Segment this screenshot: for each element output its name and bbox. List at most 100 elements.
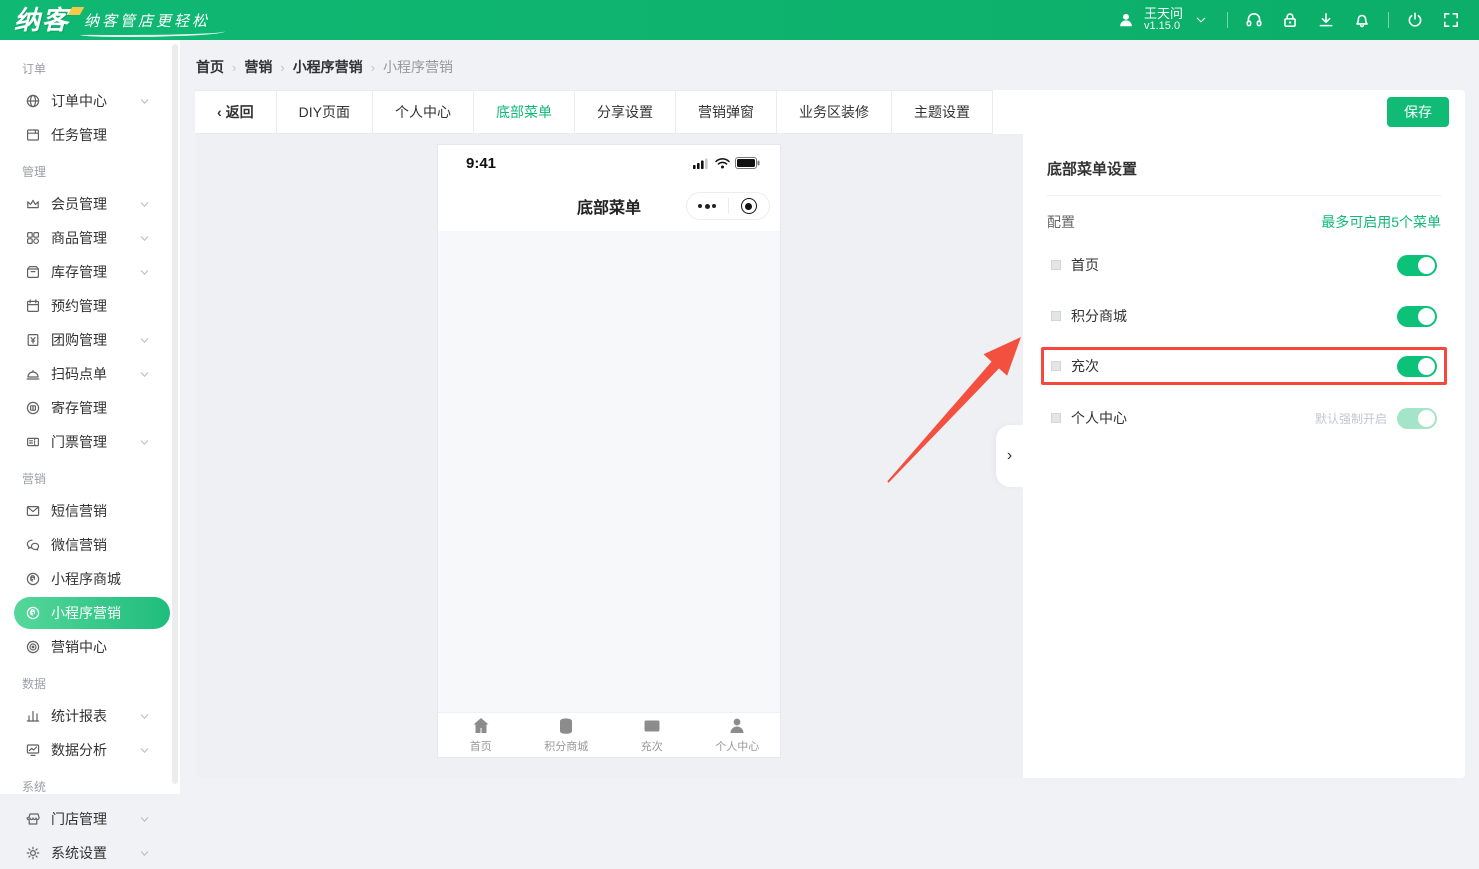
- sidebar-item-统计报表[interactable]: 统计报表: [14, 700, 170, 732]
- user-menu[interactable]: 王天问 v1.15.0: [1116, 7, 1211, 33]
- breadcrumb-item: 小程序营销: [383, 57, 453, 77]
- sidebar-item-label: 订单中心: [51, 91, 107, 111]
- menu-row-label: 首页: [1071, 255, 1099, 275]
- sidebar-item-预约管理[interactable]: 预约管理: [14, 290, 170, 322]
- sidebar-item-label: 小程序商城: [51, 569, 121, 589]
- tab-业务区装修[interactable]: 业务区装修: [776, 90, 892, 134]
- sidebar-item-label: 数据分析: [51, 740, 107, 760]
- panel-expander-button[interactable]: ›: [996, 425, 1023, 487]
- battery-icon: [735, 157, 760, 169]
- sidebar-item-数据分析[interactable]: 数据分析: [14, 734, 170, 766]
- task-icon: [24, 126, 42, 144]
- sidebar-item-营销中心[interactable]: 营销中心: [14, 631, 170, 663]
- miniprogram-capsule[interactable]: [686, 192, 770, 220]
- chevron-down-icon: [135, 844, 153, 862]
- download-icon[interactable]: [1316, 10, 1336, 30]
- breadcrumb-item[interactable]: 首页: [196, 57, 224, 77]
- drag-handle-icon[interactable]: [1051, 311, 1061, 321]
- sidebar-item-会员管理[interactable]: 会员管理: [14, 188, 170, 220]
- tab-营销弹窗[interactable]: 营销弹窗: [675, 90, 777, 134]
- phone-tab-充次[interactable]: 充次: [609, 713, 695, 757]
- tab-主题设置[interactable]: 主题设置: [891, 90, 993, 134]
- sidebar-section-label: 系统: [0, 768, 180, 801]
- sidebar-item-小程序营销[interactable]: 小程序营销: [14, 597, 170, 629]
- sidebar-item-订单中心[interactable]: 订单中心: [14, 85, 170, 117]
- chart-icon: [24, 707, 42, 725]
- toggle-switch-首页[interactable]: [1397, 255, 1437, 276]
- save-button[interactable]: 保存: [1387, 97, 1449, 127]
- sidebar-item-label: 任务管理: [51, 125, 107, 145]
- tab-个人中心[interactable]: 个人中心: [372, 90, 474, 134]
- chevron-down-icon: [135, 741, 153, 759]
- sidebar-item-系统设置[interactable]: 系统设置: [14, 837, 170, 869]
- phone-tab-首页[interactable]: 首页: [438, 713, 524, 757]
- phone-tabbar: 首页 积分商城充次 个人中心: [438, 712, 780, 757]
- fullscreen-icon[interactable]: [1441, 10, 1461, 30]
- toggle-switch-个人中心: [1397, 408, 1437, 429]
- user-name: 王天问: [1144, 7, 1183, 20]
- tab-DIY页面[interactable]: DIY页面: [276, 90, 373, 134]
- breadcrumb: 首页›营销›小程序营销›小程序营销: [180, 40, 1479, 91]
- globe-icon: [24, 92, 42, 110]
- sidebar-item-任务管理[interactable]: 任务管理: [14, 119, 170, 151]
- sidebar-section-label: 数据: [0, 665, 180, 698]
- menu-config-row-个人中心: 个人中心默认强制开启: [1047, 400, 1441, 436]
- phone-tab-label: 首页: [470, 738, 492, 754]
- toggle-switch-充次[interactable]: [1397, 356, 1437, 377]
- chevron-down-icon: [135, 707, 153, 725]
- sidebar-item-label: 门票管理: [51, 432, 107, 452]
- sidebar-section-label: 管理: [0, 153, 180, 186]
- headset-icon[interactable]: [1244, 10, 1264, 30]
- chevron-down-icon: [135, 810, 153, 828]
- target-dot-icon[interactable]: [729, 198, 770, 214]
- sidebar-item-库存管理[interactable]: 库存管理: [14, 256, 170, 288]
- phone-status-bar: 9:41: [438, 145, 780, 181]
- person-icon: [727, 716, 747, 736]
- tab-分享设置[interactable]: 分享设置: [574, 90, 676, 134]
- sidebar-item-寄存管理[interactable]: 寄存管理: [14, 392, 170, 424]
- phone-tab-label: 个人中心: [715, 738, 759, 754]
- sidebar-item-小程序商城[interactable]: 小程序商城: [14, 563, 170, 595]
- crown-icon: [24, 195, 42, 213]
- card-icon: [642, 716, 662, 736]
- sidebar-item-门票管理[interactable]: 门票管理: [14, 426, 170, 458]
- sidebar-scrollbar[interactable]: [172, 44, 178, 784]
- app-version: v1.15.0: [1144, 20, 1183, 33]
- drag-handle-icon[interactable]: [1051, 413, 1061, 423]
- drag-handle-icon[interactable]: [1051, 361, 1061, 371]
- logo-text: 纳客: [14, 3, 70, 37]
- logo-slogan: 纳客管店更轻松: [84, 10, 210, 37]
- back-button[interactable]: ‹返回: [195, 90, 277, 134]
- power-icon[interactable]: [1405, 10, 1425, 30]
- page-scrollbar[interactable]: [1465, 40, 1479, 794]
- phone-tab-积分商城[interactable]: 积分商城: [524, 713, 610, 757]
- more-dots-icon[interactable]: [687, 204, 728, 209]
- sidebar-nav: 订单订单中心任务管理管理会员管理商品管理库存管理预约管理团购管理扫码点单寄存管理…: [0, 40, 180, 794]
- bell-icon[interactable]: [1352, 10, 1372, 30]
- sidebar-item-label: 小程序营销: [51, 603, 121, 623]
- chevron-down-icon: [135, 331, 153, 349]
- sidebar-item-门店管理[interactable]: 门店管理: [14, 803, 170, 835]
- sidebar-item-扫码点单[interactable]: 扫码点单: [14, 358, 170, 390]
- box-icon: [24, 263, 42, 281]
- phone-tab-个人中心[interactable]: 个人中心: [695, 713, 781, 757]
- sidebar-item-微信营销[interactable]: 微信营销: [14, 529, 170, 561]
- toggle-switch-积分商城[interactable]: [1397, 306, 1437, 327]
- drag-handle-icon[interactable]: [1051, 260, 1061, 270]
- breadcrumb-item[interactable]: 营销: [244, 57, 272, 77]
- signal-icon: [693, 158, 710, 169]
- breadcrumb-item[interactable]: 小程序营销: [293, 57, 363, 77]
- sidebar-item-label: 营销中心: [51, 637, 107, 657]
- sidebar-item-团购管理[interactable]: 团购管理: [14, 324, 170, 356]
- mail-icon: [24, 502, 42, 520]
- chevron-down-icon: [135, 365, 153, 383]
- sidebar-item-短信营销[interactable]: 短信营销: [14, 495, 170, 527]
- bottom-menu-settings-panel: 底部菜单设置 配置 最多可启用5个菜单 首页积分商城充次个人中心默认强制开启: [1023, 134, 1465, 778]
- sidebar-item-label: 门店管理: [51, 809, 107, 829]
- lock-icon[interactable]: [1280, 10, 1300, 30]
- sidebar-item-label: 系统设置: [51, 843, 107, 863]
- sidebar-item-商品管理[interactable]: 商品管理: [14, 222, 170, 254]
- phone-tab-label: 充次: [641, 738, 663, 754]
- sidebar-item-label: 库存管理: [51, 262, 107, 282]
- tab-底部菜单[interactable]: 底部菜单: [473, 90, 575, 134]
